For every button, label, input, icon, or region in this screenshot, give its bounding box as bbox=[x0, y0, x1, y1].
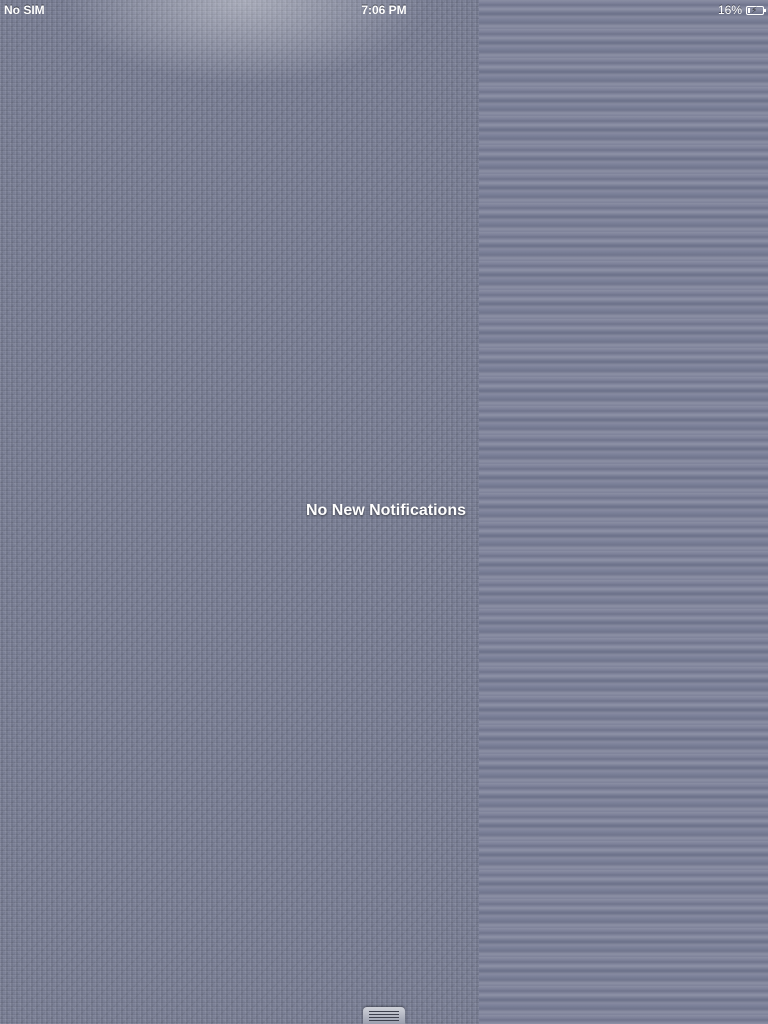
stretched-stripe-background bbox=[479, 0, 768, 1024]
grabber-handle-icon[interactable] bbox=[363, 1007, 405, 1024]
status-clock: 7:06 PM bbox=[361, 3, 407, 17]
notification-center-screen: No SIM 7:06 PM 16% ⚡ No New Notification… bbox=[0, 0, 768, 1024]
grip-line bbox=[369, 1017, 399, 1018]
battery-level-fill bbox=[748, 7, 750, 13]
no-notifications-message: No New Notifications bbox=[305, 502, 466, 519]
battery-percent-label: 16% bbox=[717, 3, 742, 17]
grip-line bbox=[369, 1011, 399, 1012]
battery-indicator: 16% ⚡ bbox=[717, 3, 766, 17]
charging-bolt-icon: ⚡ bbox=[751, 4, 758, 15]
grip-line bbox=[369, 1020, 399, 1021]
status-bar: No SIM 7:06 PM 16% ⚡ bbox=[0, 0, 768, 20]
grip-line bbox=[369, 1014, 399, 1015]
battery-charging-icon: ⚡ bbox=[746, 4, 766, 15]
